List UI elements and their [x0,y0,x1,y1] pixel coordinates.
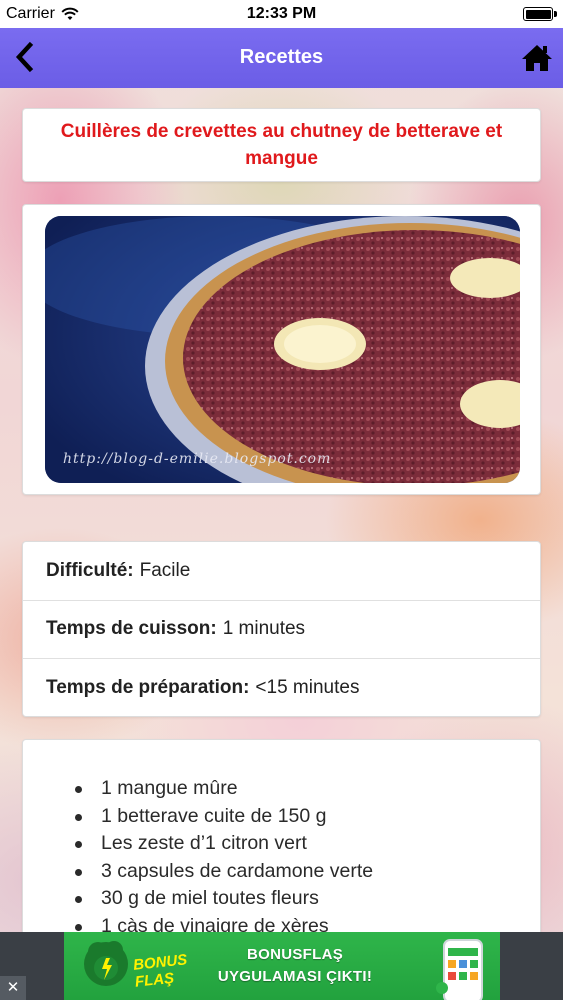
recipe-image-card: http://blog-d-emilie.blogspot.com [22,204,541,495]
phone-icon [436,939,483,1000]
page-title: Recettes [239,46,324,68]
recipe-title: Cuillères de crevettes au chutney de bet… [60,121,503,169]
info-value: 1 minutes [222,618,306,640]
ad-close-button[interactable]: ✕ [0,976,26,1000]
list-item: 30 g de miel toutes fleurs [75,885,373,913]
info-label: Difficulté: [46,559,134,581]
status-time: 12:33 PM [246,5,317,22]
ingredients-list: 1 mangue mûre 1 betterave cuite de 150 g… [75,775,373,940]
list-item: 1 mangue mûre [75,775,373,803]
recipe-info-card: Difficulté: Facile Temps de cuisson: 1 m… [22,541,541,717]
list-item: Les zeste d’1 citron vert [75,830,373,858]
status-bar: Carrier 12:33 PM [0,0,563,28]
ad-phone-image [436,938,492,1000]
ad-banner[interactable]: BONUS FLAŞ BONUSFLAŞ UYGULAMASI ÇIKTI! ✕ [0,932,563,1000]
navigation-bar: Recettes [0,28,563,88]
battery-icon [523,7,557,21]
ad-subheadline: UYGULAMASI ÇIKTI! [217,968,373,985]
ad-logo-text: BONUS FLAŞ [132,951,189,990]
info-row-difficulty: Difficulté: Facile [23,542,540,601]
home-icon [522,45,552,71]
info-value: <15 minutes [255,677,360,699]
info-row-prep-time: Temps de préparation: <15 minutes [23,659,540,718]
list-item: 3 capsules de cardamone verte [75,858,373,886]
recipe-title-card: Cuillères de crevettes au chutney de bet… [22,108,541,182]
home-button[interactable] [519,38,555,78]
info-value: Facile [139,559,191,581]
list-item: 1 betterave cuite de 150 g [75,803,373,831]
tart-illustration [45,216,520,483]
ad-logo: BONUS FLAŞ [78,938,188,994]
recipe-photo: http://blog-d-emilie.blogspot.com [45,216,520,483]
info-label: Temps de préparation: [46,677,250,699]
image-watermark: http://blog-d-emilie.blogspot.com [63,451,332,467]
info-label: Temps de cuisson: [46,618,217,640]
ad-content[interactable]: BONUS FLAŞ BONUSFLAŞ UYGULAMASI ÇIKTI! [64,932,500,1000]
info-row-cook-time: Temps de cuisson: 1 minutes [23,601,540,659]
ad-headline: BONUSFLAŞ [246,946,344,963]
